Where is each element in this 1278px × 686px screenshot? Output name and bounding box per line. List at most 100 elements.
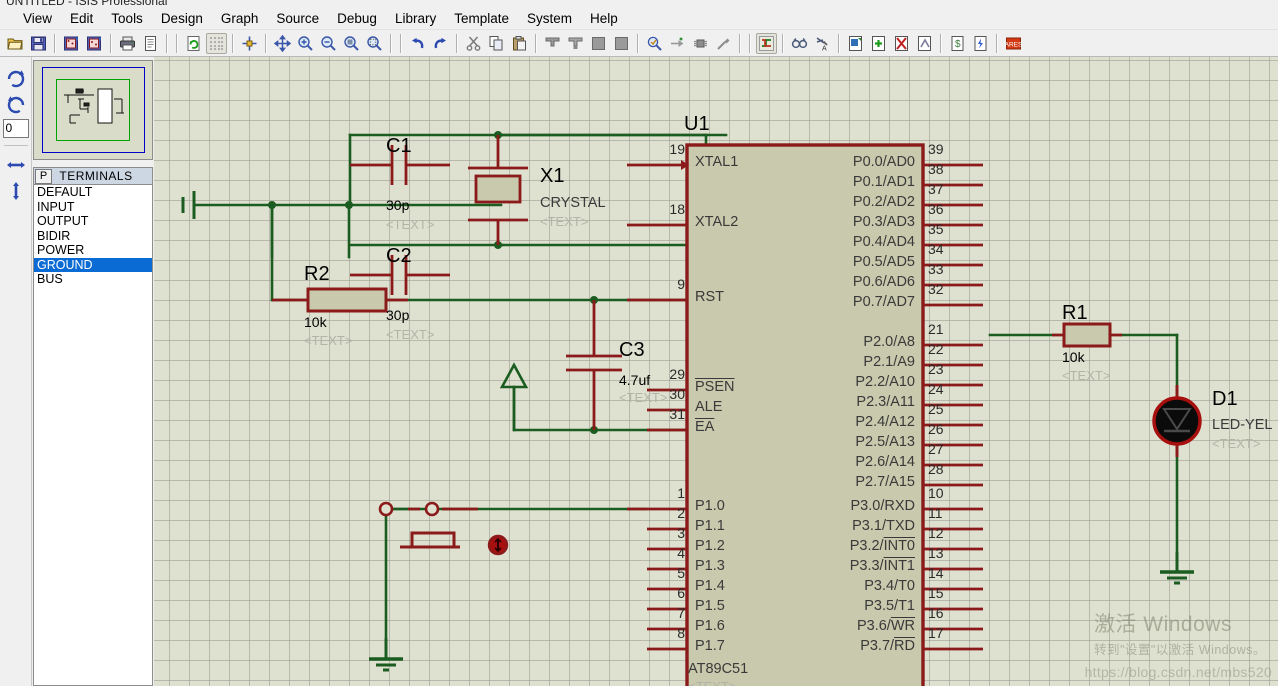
left-panel: P TERMINALS DEFAULT INPUT OUTPUT BIDIR POWER…	[33, 57, 153, 686]
label-r1-ref: R1	[1062, 302, 1088, 324]
rotate-counterclockwise-icon[interactable]	[3, 91, 29, 117]
print-area-icon[interactable]	[140, 33, 161, 54]
toggle-grid-icon[interactable]	[206, 32, 227, 54]
pin-label-right-p01ad1: P0.1/AD1	[852, 174, 915, 190]
refresh-icon[interactable]	[183, 33, 204, 54]
object-selector-list: DEFAULT INPUT OUTPUT BIDIR POWER GROUND BUS	[34, 185, 152, 287]
object-selector-item-default[interactable]: DEFAULT	[34, 185, 152, 200]
pin-number-2: 2	[677, 505, 685, 521]
label-x1-value: CRYSTAL	[540, 195, 606, 211]
print-icon[interactable]	[117, 33, 138, 54]
design-explorer-icon[interactable]	[845, 33, 866, 54]
rotation-angle-input[interactable]: 0	[2, 119, 29, 138]
menu-tools[interactable]: Tools	[102, 9, 152, 28]
menu-graph[interactable]: Graph	[212, 9, 268, 28]
redo-icon[interactable]	[430, 33, 451, 54]
zoom-out-icon[interactable]	[318, 33, 339, 54]
pin-label-right-p27a15: P2.7/A15	[855, 474, 915, 490]
pin-number-29: 29	[669, 366, 685, 382]
menu-view[interactable]: View	[14, 9, 61, 28]
pin-number-11: 11	[928, 505, 943, 521]
object-selector-item-power[interactable]: POWER	[34, 243, 152, 258]
component-c3	[566, 300, 622, 430]
save-icon[interactable]	[28, 33, 49, 54]
origin-icon[interactable]	[239, 33, 260, 54]
block-move-icon[interactable]	[565, 33, 586, 54]
undo-icon[interactable]	[407, 33, 428, 54]
pin-label-left-xtal2: XTAL2	[695, 214, 739, 230]
pin-label-right-p21a9: P2.1/A9	[863, 354, 915, 370]
mirror-vertical-icon[interactable]	[3, 178, 29, 204]
svg-text:A: A	[822, 45, 827, 52]
object-selector-panel: P TERMINALS DEFAULT INPUT OUTPUT BIDIR POWER…	[33, 167, 153, 686]
pin-label-left-p12: P1.2	[695, 538, 725, 554]
menu-debug[interactable]: Debug	[328, 9, 386, 28]
menu-template[interactable]: Template	[445, 9, 518, 28]
menu-source[interactable]: Source	[267, 9, 328, 28]
label-d1-value: LED-YEL	[1212, 417, 1273, 433]
packaging-tool-icon[interactable]	[690, 33, 711, 54]
pick-device-icon[interactable]	[644, 33, 665, 54]
menu-edit[interactable]: Edit	[61, 9, 102, 28]
pin-number-14: 14	[928, 565, 944, 581]
block-delete-icon[interactable]	[611, 33, 632, 54]
component-x1	[468, 135, 528, 245]
electrical-rule-check-icon[interactable]	[970, 33, 991, 54]
make-device-icon[interactable]	[667, 33, 688, 54]
pin-number-17: 17	[928, 625, 944, 641]
pin-number-24: 24	[928, 381, 944, 397]
zoom-all-icon[interactable]	[341, 33, 362, 54]
copy-icon[interactable]	[486, 33, 507, 54]
object-selector-item-bidir[interactable]: BIDIR	[34, 229, 152, 244]
mirror-horizontal-icon[interactable]	[3, 152, 29, 178]
toolbar-separator	[456, 33, 458, 53]
menu-design[interactable]: Design	[152, 9, 212, 28]
search-tag-icon[interactable]	[789, 33, 810, 54]
ground-symbol-led	[1158, 550, 1196, 585]
menu-system[interactable]: System	[518, 9, 581, 28]
bill-of-materials-icon[interactable]: $	[947, 33, 968, 54]
label-c2-value: 30p	[386, 307, 410, 323]
export-section-icon[interactable]	[84, 33, 105, 54]
decompose-icon[interactable]	[713, 33, 734, 54]
import-section-icon[interactable]	[61, 33, 82, 54]
label-u1-ref: U1	[684, 113, 710, 135]
block-copy-icon[interactable]	[542, 33, 563, 54]
pin-label-right-p36wr: P3.6/WR	[856, 618, 915, 634]
pick-from-libraries-button[interactable]: P	[35, 168, 52, 184]
menu-bar: View Edit Tools Design Graph Source Debug Libra…	[0, 8, 1278, 30]
zoom-in-icon[interactable]	[295, 33, 316, 54]
property-assignment-icon[interactable]: A	[812, 33, 833, 54]
block-rotate-icon[interactable]	[588, 33, 609, 54]
object-selector-item-output[interactable]: OUTPUT	[34, 214, 152, 229]
open-folder-icon[interactable]	[5, 33, 26, 54]
new-sheet-icon[interactable]	[868, 33, 889, 54]
label-x1-ref: X1	[540, 165, 565, 187]
pin-number-7: 7	[677, 605, 685, 621]
remove-sheet-icon[interactable]	[891, 33, 912, 54]
zoom-area-icon[interactable]	[364, 33, 385, 54]
paste-icon[interactable]	[509, 33, 530, 54]
exit-sheet-icon[interactable]	[914, 33, 935, 54]
object-selector-item-input[interactable]: INPUT	[34, 200, 152, 215]
menu-library[interactable]: Library	[386, 9, 445, 28]
pin-number-34: 34	[928, 241, 944, 257]
pin-label-left-p14: P1.4	[695, 578, 725, 594]
wire-autorouter-icon[interactable]	[756, 32, 777, 54]
object-selector-item-bus[interactable]: BUS	[34, 272, 152, 287]
toolbar-separator	[782, 33, 784, 53]
cut-icon[interactable]	[463, 33, 484, 54]
pin-label-right-p04ad4: P0.4/AD4	[852, 234, 915, 250]
netlist-ares-icon[interactable]: ARES	[1003, 33, 1024, 54]
menu-help[interactable]: Help	[581, 9, 627, 28]
pin-label-left-ale: ALE	[695, 399, 723, 415]
pin-number-26: 26	[928, 421, 944, 437]
pan-icon[interactable]	[272, 33, 293, 54]
overview-preview-panel[interactable]	[33, 60, 153, 160]
isis-application-window: UNTITLED - ISIS Professional View Edit Too…	[0, 0, 1278, 686]
pin-number-16: 16	[928, 605, 944, 621]
schematic-canvas[interactable]: C1 30p <TEXT> C2 30p <TEXT> X1 CRYSTAL <…	[154, 57, 1278, 686]
object-selector-item-ground[interactable]: GROUND	[34, 257, 152, 272]
toolbar-separator	[996, 33, 998, 53]
rotate-clockwise-icon[interactable]	[3, 65, 29, 91]
